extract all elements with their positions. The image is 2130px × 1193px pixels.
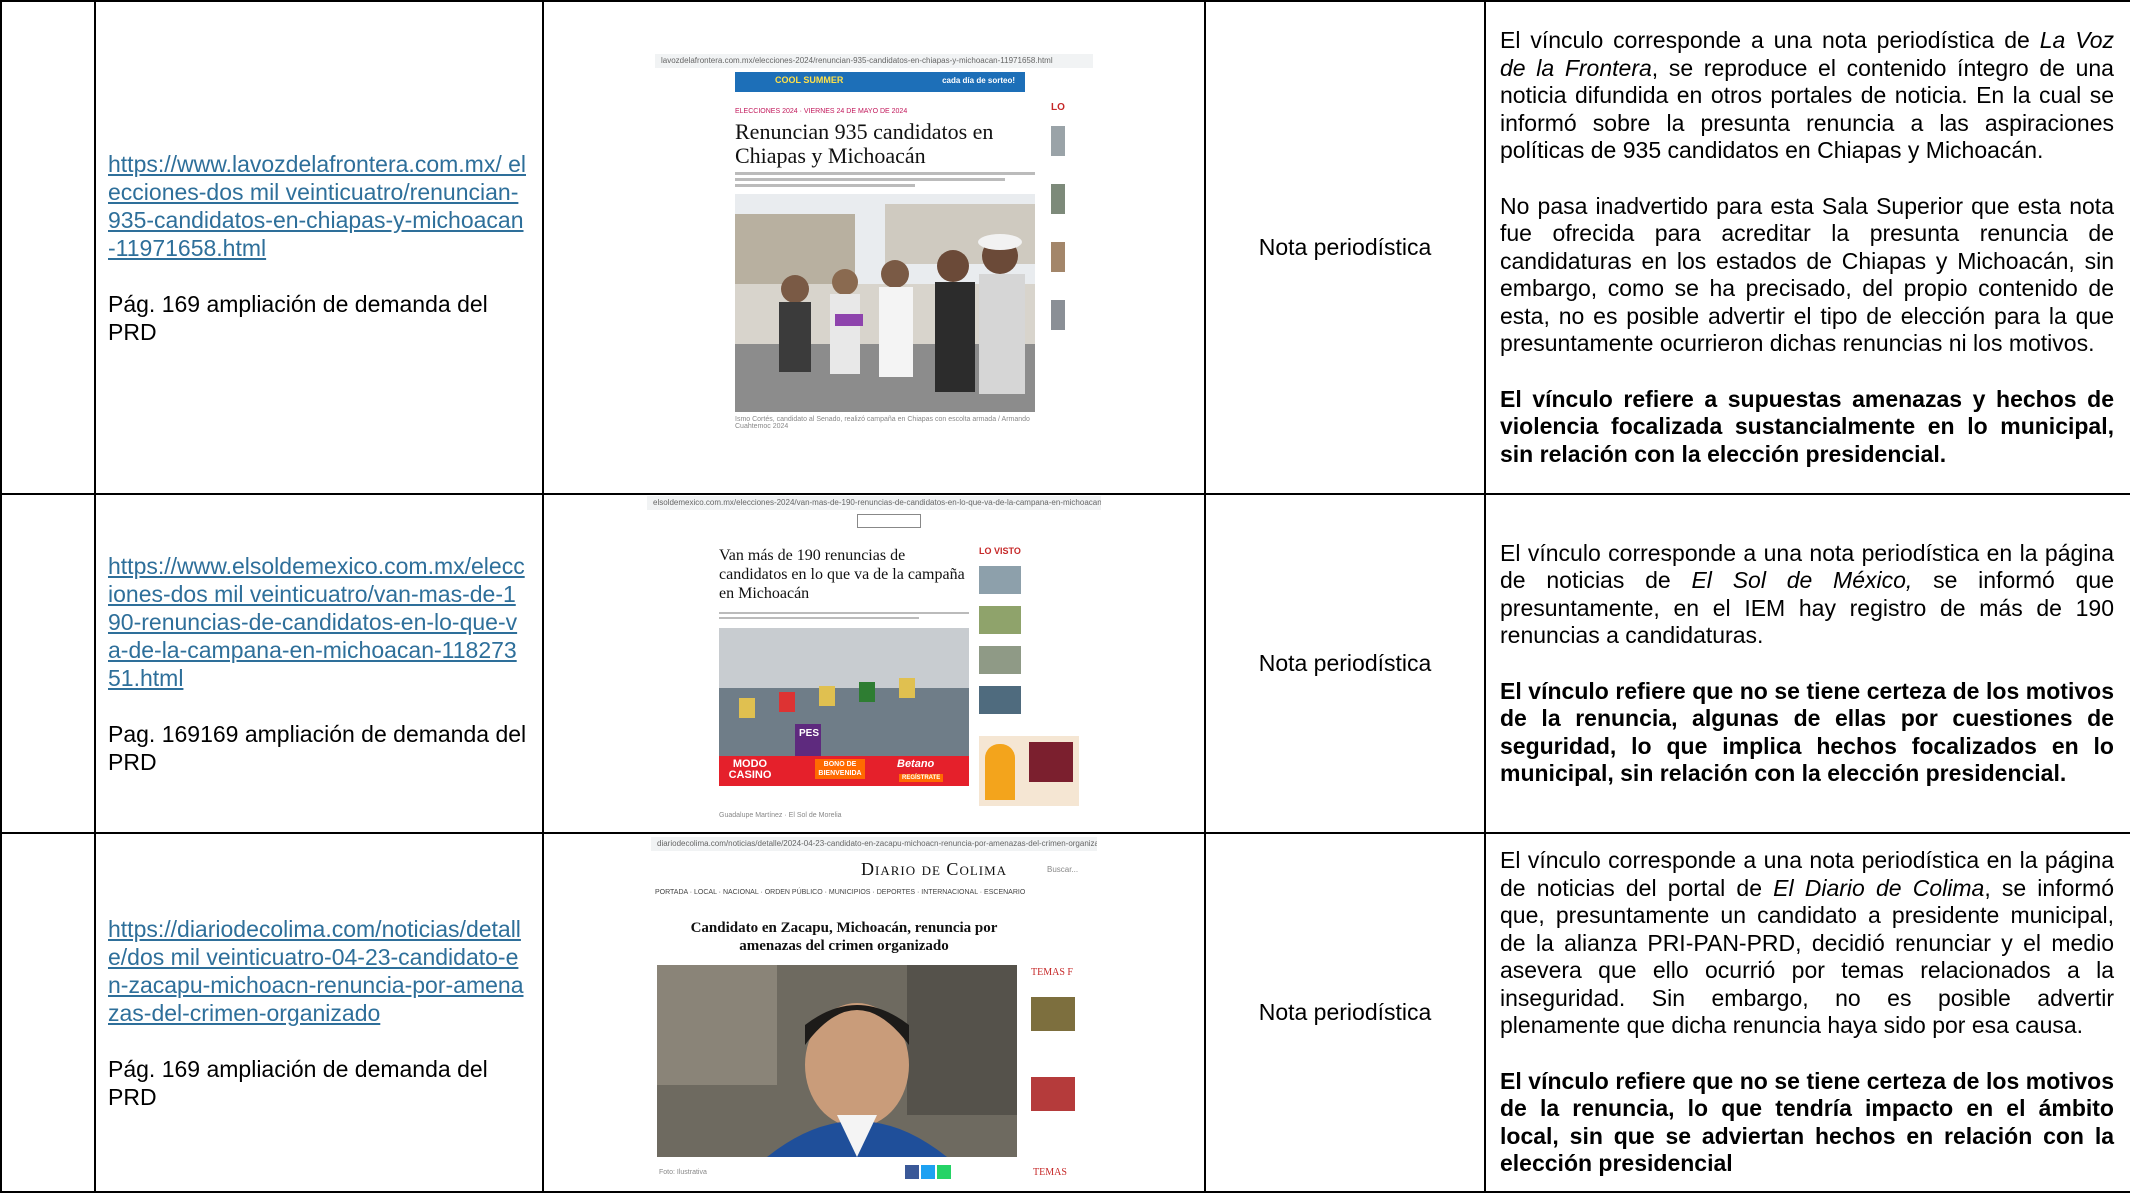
sidebar-ad — [979, 735, 1079, 806]
article-screenshot: elsoldemexico.com.mx/elecciones-2024/van… — [647, 495, 1101, 832]
article-lede — [719, 611, 969, 624]
ad-main-text: MODO CASINO — [728, 757, 772, 781]
row-number-cell — [0, 832, 96, 1193]
sidebar-thumb — [979, 685, 1021, 714]
screenshot-url-bar: lavozdelafrontera.com.mx/elecciones-2024… — [655, 53, 1093, 68]
meeting-photo-illustration — [719, 627, 969, 768]
search-box: Buscar... — [1047, 864, 1079, 874]
table-row: https://diariodecolima.com/noticias/deta… — [0, 832, 2130, 1193]
source-link[interactable]: https://www.elsoldemexico.com.mx/eleccio… — [108, 552, 528, 692]
page-reference: Pág. 169 ampliación de demanda del PRD — [108, 1055, 488, 1110]
article-headline: Candidato en Zacapu, Michoacán, renuncia… — [690, 919, 998, 954]
article-kicker: ELECCIONES 2024 · VIERNES 24 DE MAYO DE … — [735, 107, 908, 115]
analysis-cell: El vínculo corresponde a una nota period… — [1484, 493, 2130, 834]
analysis-text: El vínculo refiere a supuestas amenazas … — [1500, 385, 2114, 467]
sidebar-thumb — [1031, 996, 1075, 1031]
screenshot-cell: elsoldemexico.com.mx/elecciones-2024/van… — [542, 493, 1206, 834]
sidebar-thumb — [979, 645, 1021, 674]
screenshot-url-bar: diariodecolima.com/noticias/detalle/2024… — [651, 836, 1097, 851]
article-screenshot: diariodecolima.com/noticias/detalle/2024… — [651, 836, 1097, 1189]
photo-credit: Foto: Ilustrativa — [659, 1168, 707, 1176]
analysis-paragraph: El vínculo refiere a supuestas amenazas … — [1500, 386, 2114, 469]
photo-caption: Ismo Cortés, candidato al Senado, realiz… — [735, 415, 1030, 430]
row-number-cell — [0, 493, 96, 834]
analysis-paragraph: El vínculo refiere que no se tiene certe… — [1500, 1068, 2114, 1178]
link-cell: https://www.lavozdelafrontera.com.mx/ el… — [94, 0, 544, 495]
table-row: https://www.lavozdelafrontera.com.mx/ el… — [0, 0, 2130, 495]
analysis-paragraph: El vínculo corresponde a una nota period… — [1500, 540, 2114, 650]
article-photo — [657, 964, 1017, 1157]
candidate-photo-illustration — [657, 964, 1017, 1157]
table-row: https://www.elsoldemexico.com.mx/eleccio… — [0, 493, 2130, 834]
article-photo — [735, 193, 1035, 412]
italic-source-name: El Diario de Colima — [1773, 874, 1985, 901]
analysis-paragraph: No pasa inadvertido para esta Sala Super… — [1500, 193, 2114, 358]
row-number-cell — [0, 0, 96, 495]
sidebar-letters: LO — [1051, 101, 1065, 113]
sidebar-bottom-title: TEMAS — [1033, 1166, 1067, 1178]
twitter-share-icon[interactable] — [921, 1164, 935, 1179]
article-headline: Van más de 190 renuncias de candidatos e… — [719, 546, 965, 602]
site-nav: PORTADA · LOCAL · NACIONAL · ORDEN PÚBLI… — [655, 888, 1026, 896]
ad-button: REGÍSTRATE — [899, 773, 944, 782]
crowd-photo-illustration — [735, 193, 1035, 412]
analysis-cell: El vínculo corresponde a una nota period… — [1484, 0, 2130, 495]
screenshot-ad-banner: COOL SUMMER cada día de sorteo! — [735, 71, 1025, 92]
analysis-paragraph: El vínculo corresponde a una nota period… — [1500, 27, 2114, 165]
sidebar-thumb — [1031, 1076, 1075, 1111]
masthead: Diario de Colima — [861, 858, 1008, 879]
page-reference: Pag. 169169 ampliación de demanda del PR… — [108, 720, 527, 775]
facebook-share-icon[interactable] — [905, 1164, 919, 1179]
evidence-type-cell: Nota periodística — [1204, 832, 1486, 1193]
article-byline: Guadalupe Martínez · El Sol de Morelia — [719, 811, 842, 819]
ad-right-text: cada día de sorteo! — [942, 75, 1015, 85]
source-link[interactable]: https://www.lavozdelafrontera.com.mx/ el… — [108, 150, 528, 262]
ad-mid-text: BONO DE BIENVENIDA — [815, 758, 865, 779]
evidence-type-cell: Nota periodística — [1204, 493, 1486, 834]
article-screenshot: lavozdelafrontera.com.mx/elecciones-2024… — [655, 53, 1093, 442]
whatsapp-share-icon[interactable] — [937, 1164, 951, 1179]
screenshot-ad-banner: MODO CASINO BONO DE BIENVENIDA Betano RE… — [719, 755, 969, 786]
screenshot-cell: diariodecolima.com/noticias/detalle/2024… — [542, 832, 1206, 1193]
analysis-text: No pasa inadvertido para esta Sala Super… — [1500, 192, 2114, 357]
article-lede — [735, 171, 1035, 188]
sidebar-thumb — [979, 605, 1021, 634]
analysis-text: El vínculo refiere que no se tiene certe… — [1500, 1067, 2114, 1177]
ad-brand: Betano — [897, 757, 935, 770]
evidence-table: https://www.lavozdelafrontera.com.mx/ el… — [0, 0, 2130, 1193]
sidebar-thumb — [1051, 299, 1065, 330]
analysis-paragraph: El vínculo corresponde a una nota period… — [1500, 847, 2114, 1040]
sidebar-thumb — [1051, 125, 1065, 156]
screenshot-url-bar: elsoldemexico.com.mx/elecciones-2024/van… — [647, 495, 1101, 510]
link-cell: https://www.elsoldemexico.com.mx/eleccio… — [94, 493, 544, 834]
link-cell: https://diariodecolima.com/noticias/deta… — [94, 832, 544, 1193]
page-reference: Pág. 169 ampliación de demanda del PRD — [108, 290, 488, 345]
party-sign: PES — [799, 727, 820, 739]
source-link[interactable]: https://diariodecolima.com/noticias/deta… — [108, 915, 528, 1027]
italic-source-name: El Sol de México, — [1691, 567, 1913, 593]
ad-text: COOL SUMMER — [775, 74, 844, 85]
analysis-text: El vínculo refiere que no se tiene certe… — [1500, 677, 2114, 787]
analysis-cell: El vínculo corresponde a una nota period… — [1484, 832, 2130, 1193]
analysis-paragraph: El vínculo refiere que no se tiene certe… — [1500, 678, 2114, 788]
sidebar-thumb — [1051, 183, 1065, 214]
sidebar-title: TEMAS F — [1031, 966, 1073, 978]
article-headline: Renuncian 935 candidatos en Chiapas y Mi… — [735, 118, 994, 168]
evidence-type-cell: Nota periodística — [1204, 0, 1486, 495]
analysis-text: El vínculo corresponde a una nota period… — [1500, 27, 2040, 53]
article-photo: PES — [719, 627, 969, 768]
sidebar-thumb — [979, 565, 1021, 594]
site-logo — [857, 513, 921, 528]
sidebar-title: LO VISTO — [979, 545, 1021, 556]
sidebar-thumb — [1051, 241, 1065, 272]
screenshot-cell: lavozdelafrontera.com.mx/elecciones-2024… — [542, 0, 1206, 495]
